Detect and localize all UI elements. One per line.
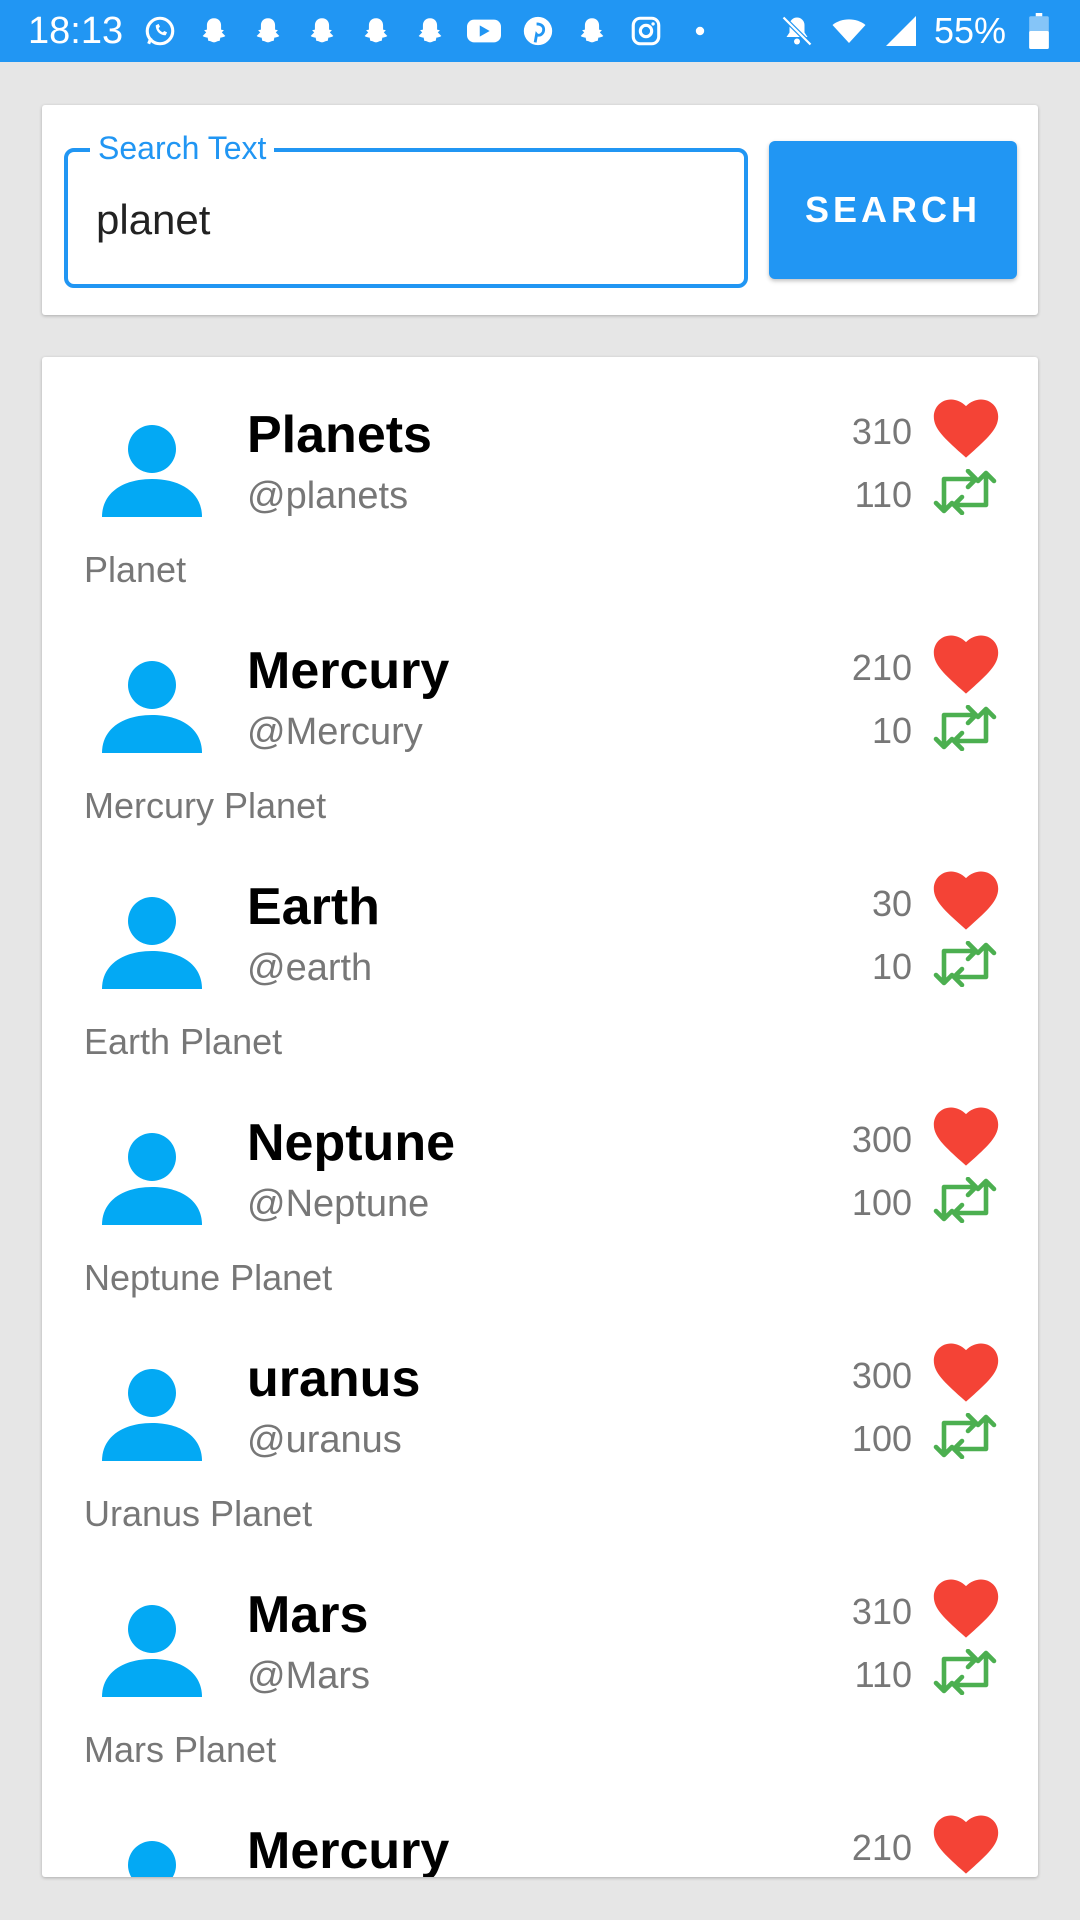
retweet-icon[interactable] [932, 705, 998, 751]
youtube-icon [465, 12, 503, 50]
item-handle: @earth [247, 947, 373, 989]
search-input-value[interactable]: planet [96, 196, 210, 244]
results-list: Planets @planets Planet 310 110 Mercury … [42, 357, 1038, 1877]
snapchat-icon [357, 12, 395, 50]
battery-icon [1020, 12, 1058, 50]
snapchat-icon [249, 12, 287, 50]
item-name: Neptune [247, 1114, 455, 1172]
snapchat-icon [303, 12, 341, 50]
search-label: Search Text [90, 130, 275, 166]
item-handle: @planets [247, 475, 409, 517]
likes-count: 210 [851, 1827, 912, 1868]
snapchat-icon [411, 12, 449, 50]
avatar-icon [102, 661, 202, 753]
heart-icon[interactable] [932, 399, 1000, 459]
avatar-icon [102, 1605, 202, 1697]
signal-icon [882, 12, 920, 50]
pinterest-icon [519, 12, 557, 50]
avatar-icon [128, 1841, 176, 1877]
heart-icon[interactable] [932, 1815, 1000, 1875]
item-name: Mercury [247, 642, 450, 700]
item-name: Planets [247, 406, 432, 464]
item-description: Uranus Planet [84, 1493, 313, 1534]
likes-count: 310 [851, 411, 912, 452]
avatar-icon [102, 1369, 202, 1461]
avatar-icon [102, 425, 202, 517]
list-item[interactable]: uranus @uranus Uranus Planet 300 100 [42, 1301, 1038, 1537]
item-handle: @uranus [247, 1419, 402, 1461]
dot-icon [681, 12, 719, 50]
retweet-icon[interactable] [932, 1413, 998, 1459]
heart-icon[interactable] [932, 1579, 1000, 1639]
item-name: Mercury [247, 1822, 450, 1877]
snapchat-icon [195, 12, 233, 50]
avatar-icon [102, 897, 202, 989]
likes-count: 310 [851, 1591, 912, 1632]
avatar-icon [102, 1133, 202, 1225]
battery-percentage: 55% [933, 10, 1006, 51]
item-description: Earth Planet [84, 1021, 283, 1062]
item-handle: @Neptune [247, 1183, 430, 1225]
list-item[interactable]: Neptune @Neptune Neptune Planet 300 100 [42, 1065, 1038, 1301]
likes-count: 210 [851, 647, 912, 688]
status-time: 18:13 [28, 9, 124, 52]
retweet-icon[interactable] [932, 1649, 998, 1695]
item-handle: @Mars [247, 1655, 371, 1697]
item-handle: @Mercury [247, 711, 423, 753]
list-item[interactable]: Earth @earth Earth Planet 30 10 [42, 829, 1038, 1065]
retweet-icon[interactable] [932, 1177, 998, 1223]
item-description: Planet [84, 549, 187, 590]
retweets-count: 100 [851, 1182, 912, 1223]
heart-icon[interactable] [932, 1107, 1000, 1167]
heart-icon[interactable] [932, 635, 1000, 695]
item-name: Mars [247, 1586, 369, 1644]
retweets-count: 10 [871, 946, 912, 987]
list-item[interactable]: Mars @Mars Mars Planet 310 110 [42, 1537, 1038, 1773]
search-card: Search Text planet SEARCH [42, 105, 1038, 315]
likes-count: 300 [851, 1119, 912, 1160]
notification-icons [141, 12, 719, 50]
heart-icon[interactable] [932, 1343, 1000, 1403]
mute-icon [778, 12, 816, 50]
retweets-count: 110 [854, 474, 912, 515]
system-status: 55% [778, 10, 1058, 52]
list-item[interactable]: Planets @planets Planet 310 110 [42, 357, 1038, 593]
item-description: Mercury Planet [84, 785, 327, 826]
wifi-icon [830, 12, 868, 50]
item-name: Earth [247, 878, 380, 936]
likes-count: 30 [871, 883, 912, 924]
snapchat-icon [573, 12, 611, 50]
search-input[interactable]: Search Text planet [64, 130, 748, 288]
whatsapp-icon [141, 12, 179, 50]
item-description: Neptune Planet [84, 1257, 333, 1298]
retweets-count: 10 [871, 710, 912, 751]
likes-count: 300 [851, 1355, 912, 1396]
instagram-icon [627, 12, 665, 50]
search-button[interactable]: SEARCH [769, 141, 1017, 279]
list-item[interactable]: Mercury @Mercury Mercury Planet 210 10 [42, 593, 1038, 829]
list-item[interactable]: Mercury 210 [42, 1773, 1038, 1877]
retweets-count: 100 [851, 1418, 912, 1459]
retweets-count: 110 [854, 1654, 912, 1695]
retweet-icon[interactable] [932, 469, 998, 515]
retweet-icon[interactable] [932, 941, 998, 987]
item-name: uranus [247, 1350, 421, 1408]
item-description: Mars Planet [84, 1729, 277, 1770]
heart-icon[interactable] [932, 871, 1000, 931]
status-bar: 18:13 55% [0, 0, 1080, 62]
